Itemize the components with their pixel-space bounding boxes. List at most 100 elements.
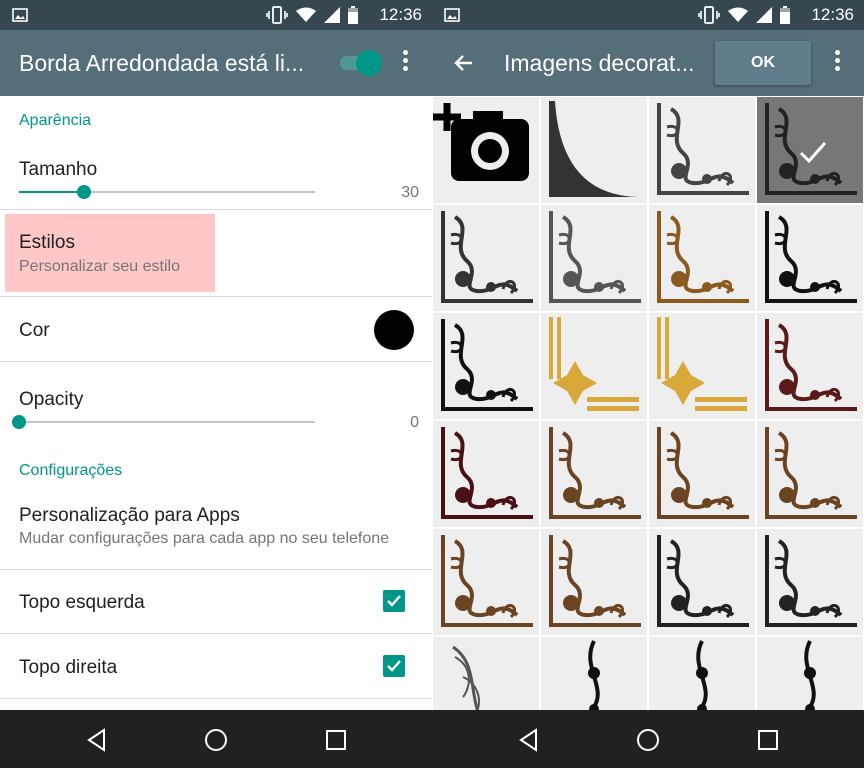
home-nav-icon[interactable] bbox=[203, 727, 229, 753]
divider bbox=[0, 569, 432, 570]
vibrate-icon bbox=[698, 6, 720, 24]
navigation-bar bbox=[432, 710, 864, 768]
decorative-image-tile[interactable] bbox=[433, 205, 539, 311]
baroque-corner-icon bbox=[441, 427, 533, 519]
decorative-image-tile[interactable] bbox=[649, 637, 755, 710]
decorative-image-tile[interactable] bbox=[757, 637, 863, 710]
overflow-menu-icon[interactable] bbox=[400, 50, 410, 76]
decorative-image-tile[interactable] bbox=[541, 205, 647, 311]
floral-corner-icon bbox=[657, 535, 749, 627]
decorative-image-tile[interactable] bbox=[541, 529, 647, 635]
floral-corner-icon bbox=[765, 535, 857, 627]
snowflake-corner-icon bbox=[549, 317, 639, 411]
app-bar: Borda Arredondada está li... bbox=[0, 30, 432, 96]
opacity-slider[interactable] bbox=[12, 415, 315, 429]
recents-nav-icon[interactable] bbox=[323, 727, 349, 753]
decorative-image-tile[interactable] bbox=[433, 313, 539, 419]
feather-icon bbox=[452, 645, 480, 710]
decorative-image-tile[interactable] bbox=[757, 97, 863, 203]
settings-screen: 12:36 Borda Arredondada está li... Aparê… bbox=[0, 0, 432, 768]
decorative-image-tile[interactable] bbox=[757, 205, 863, 311]
ok-button[interactable]: OK bbox=[715, 41, 811, 85]
image-picker-screen: 12:36 Imagens decorat... OK bbox=[432, 0, 864, 768]
divider bbox=[0, 209, 432, 210]
size-slider[interactable] bbox=[19, 185, 315, 199]
top-right-title: Topo direita bbox=[19, 657, 118, 678]
back-nav-icon[interactable] bbox=[516, 727, 542, 753]
decorative-image-tile[interactable] bbox=[541, 421, 647, 527]
decorative-image-tile[interactable] bbox=[649, 205, 755, 311]
size-value: 30 bbox=[401, 184, 419, 201]
decorative-image-tile[interactable] bbox=[433, 97, 539, 203]
per-app-title[interactable]: Personalização para Apps bbox=[19, 505, 240, 527]
check-icon bbox=[387, 595, 401, 607]
decorative-image-tile[interactable] bbox=[757, 529, 863, 635]
home-nav-icon[interactable] bbox=[635, 727, 661, 753]
size-title: Tamanho bbox=[19, 159, 98, 180]
status-time: 12:36 bbox=[379, 5, 422, 24]
top-left-title: Topo esquerda bbox=[19, 592, 145, 613]
wifi-icon bbox=[728, 7, 748, 22]
check-icon bbox=[387, 660, 401, 672]
decorative-image-tile[interactable] bbox=[649, 97, 755, 203]
recents-nav-icon[interactable] bbox=[755, 727, 781, 753]
styles-title[interactable]: Estilos bbox=[19, 232, 75, 254]
color-swatch[interactable] bbox=[374, 310, 414, 350]
category-settings: Configurações bbox=[19, 462, 123, 479]
decorative-image-tile[interactable] bbox=[541, 313, 647, 419]
scroll-corner-icon bbox=[441, 535, 533, 627]
app-bar: Imagens decorat... OK bbox=[432, 30, 864, 96]
swirl-corner-icon bbox=[657, 103, 749, 195]
divider bbox=[0, 361, 432, 362]
vine-border-icon bbox=[804, 640, 816, 710]
battery-icon bbox=[348, 6, 358, 24]
scroll-corner-icon bbox=[549, 427, 641, 519]
art-deco-corner-icon bbox=[657, 211, 749, 303]
battery-icon bbox=[780, 6, 790, 24]
color-title[interactable]: Cor bbox=[19, 320, 50, 342]
decorative-image-tile[interactable] bbox=[433, 421, 539, 527]
signal-icon bbox=[756, 7, 772, 23]
scroll-corner-icon bbox=[657, 427, 749, 519]
preferences-list: Aparência Tamanho 30 Estilos Personaliza… bbox=[0, 96, 432, 710]
opacity-value: 0 bbox=[410, 414, 419, 431]
decorative-image-tile[interactable] bbox=[541, 97, 647, 203]
navigation-bar bbox=[0, 710, 432, 768]
per-app-subtitle: Mudar configurações para cada app no seu… bbox=[19, 530, 390, 547]
signal-icon bbox=[324, 7, 340, 23]
decorative-image-tile[interactable] bbox=[649, 313, 755, 419]
size-slider-fill bbox=[19, 191, 84, 193]
wifi-icon bbox=[296, 7, 316, 22]
decorative-image-tile[interactable] bbox=[757, 421, 863, 527]
flourish-corner-icon bbox=[441, 319, 533, 411]
rounded-corner-icon bbox=[549, 101, 641, 197]
top-right-checkbox[interactable] bbox=[383, 655, 405, 677]
size-slider-thumb[interactable] bbox=[77, 185, 91, 199]
picker-title: Imagens decorat... bbox=[504, 50, 695, 76]
styles-subtitle: Personalizar seu estilo bbox=[19, 258, 180, 275]
scroll-corner-icon bbox=[549, 535, 641, 627]
overflow-menu-icon[interactable] bbox=[832, 50, 842, 76]
status-bar: 12:36 bbox=[432, 0, 864, 30]
decorative-image-tile[interactable] bbox=[649, 421, 755, 527]
back-nav-icon[interactable] bbox=[84, 727, 110, 753]
decorative-image-tile[interactable] bbox=[649, 529, 755, 635]
decorative-image-tile[interactable] bbox=[433, 637, 539, 710]
leaf-corner-icon bbox=[765, 211, 857, 303]
swirl-corner-icon bbox=[441, 211, 533, 303]
status-bar: 12:36 bbox=[0, 0, 432, 30]
master-toggle[interactable] bbox=[340, 50, 382, 76]
vibrate-icon bbox=[266, 6, 288, 24]
decorative-image-tile[interactable] bbox=[541, 637, 647, 710]
category-appearance: Aparência bbox=[19, 112, 92, 129]
back-arrow-icon[interactable] bbox=[452, 51, 476, 75]
top-left-checkbox[interactable] bbox=[383, 590, 405, 612]
divider bbox=[0, 633, 432, 634]
vine-corner-icon bbox=[549, 211, 641, 303]
decorative-image-tile[interactable] bbox=[757, 313, 863, 419]
baroque-corner-icon bbox=[765, 319, 857, 411]
opacity-slider-thumb[interactable] bbox=[12, 415, 26, 429]
decorative-images-grid bbox=[432, 96, 864, 710]
add-photo-icon bbox=[433, 103, 529, 181]
decorative-image-tile[interactable] bbox=[433, 529, 539, 635]
